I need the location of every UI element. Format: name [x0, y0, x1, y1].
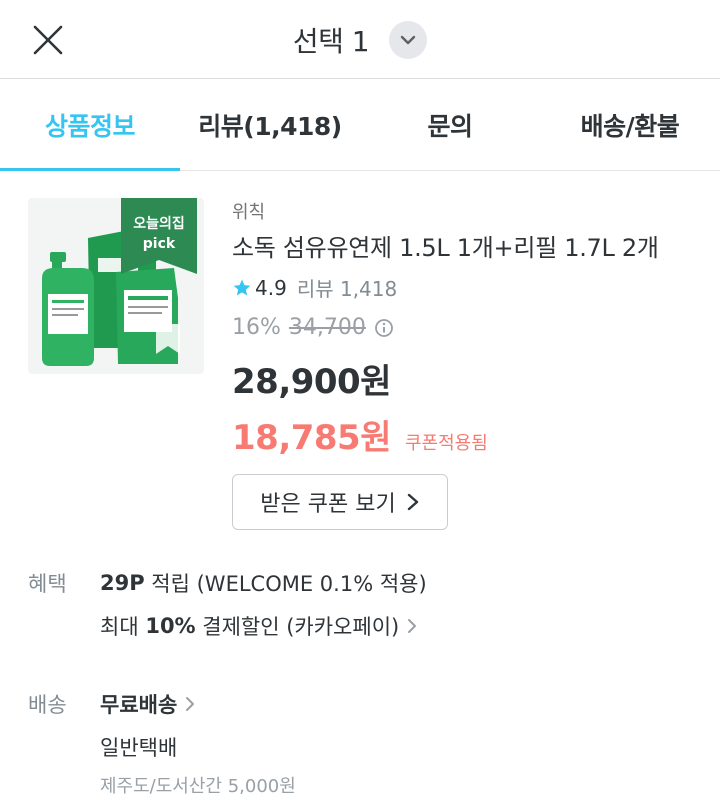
- benefit-label: 혜택: [28, 572, 67, 596]
- discount-rate: 16%: [232, 315, 281, 340]
- rating-row[interactable]: 4.9 리뷰 1,418: [232, 273, 397, 302]
- chevron-right-icon: [407, 493, 418, 511]
- sale-price: 28,900원: [232, 362, 391, 402]
- tab-shipping-refund[interactable]: 배송/환불: [540, 80, 720, 170]
- tab-reviews[interactable]: 리뷰(1,418): [180, 80, 360, 170]
- discount-percent: 10%: [145, 614, 196, 638]
- original-price: 34,700: [288, 315, 366, 340]
- info-icon[interactable]: [374, 318, 394, 338]
- discount-text: 결제할인 (카카오페이): [195, 615, 400, 639]
- option-title: 선택 1: [292, 25, 370, 58]
- shipping-label: 배송: [28, 693, 67, 717]
- shipping-method: 일반택배: [100, 736, 178, 760]
- discount-row: 16% 34,700: [232, 315, 394, 340]
- rating-value: 4.9: [255, 275, 287, 300]
- card-discount-line[interactable]: 최대 10% 결제할인 (카카오페이): [100, 611, 417, 641]
- pick-badge: 오늘의집 pick: [121, 214, 197, 254]
- badge-line1: 오늘의집: [133, 216, 185, 232]
- chevron-right-icon: [408, 619, 417, 633]
- free-shipping-line[interactable]: 무료배송: [100, 689, 195, 719]
- tab-inquiry[interactable]: 문의: [360, 80, 540, 170]
- chevron-down-icon: [400, 35, 416, 45]
- brand-name[interactable]: 위칙: [232, 198, 265, 224]
- option-selector[interactable]: 선택 1: [0, 18, 720, 62]
- chevron-right-icon: [186, 697, 195, 711]
- top-header: 선택 1: [0, 0, 720, 79]
- discount-prefix: 최대: [100, 615, 146, 639]
- view-coupons-label: 받은 쿠폰 보기: [260, 492, 396, 517]
- badge-line2: pick: [142, 236, 176, 252]
- shipping-extra-fee: 제주도/도서산간 5,000원: [100, 776, 296, 797]
- points-line: 29P 적립 (WELCOME 0.1% 적용): [100, 568, 427, 598]
- view-coupons-button[interactable]: 받은 쿠폰 보기: [232, 474, 448, 530]
- points-text: 적립 (WELCOME 0.1% 적용): [144, 572, 427, 596]
- product-name: 소독 섬유유연제 1.5L 1개+리필 1.7L 2개: [232, 234, 659, 262]
- coupon-price-row: 18,785원 쿠폰적용됨: [232, 410, 488, 459]
- tab-product-info[interactable]: 상품정보: [0, 80, 180, 171]
- free-shipping: 무료배송: [100, 693, 178, 717]
- coupon-price: 18,785원: [232, 418, 391, 458]
- product-thumbnail[interactable]: 오늘의집 pick: [28, 198, 204, 374]
- review-count: 리뷰 1,418: [296, 277, 398, 301]
- star-icon: [233, 279, 251, 295]
- tab-bar: 상품정보 리뷰(1,418) 문의 배송/환불: [0, 80, 720, 171]
- dropdown-toggle[interactable]: [389, 21, 428, 59]
- coupon-applied-label: 쿠폰적용됨: [404, 433, 488, 454]
- points-amount: 29P: [100, 571, 145, 595]
